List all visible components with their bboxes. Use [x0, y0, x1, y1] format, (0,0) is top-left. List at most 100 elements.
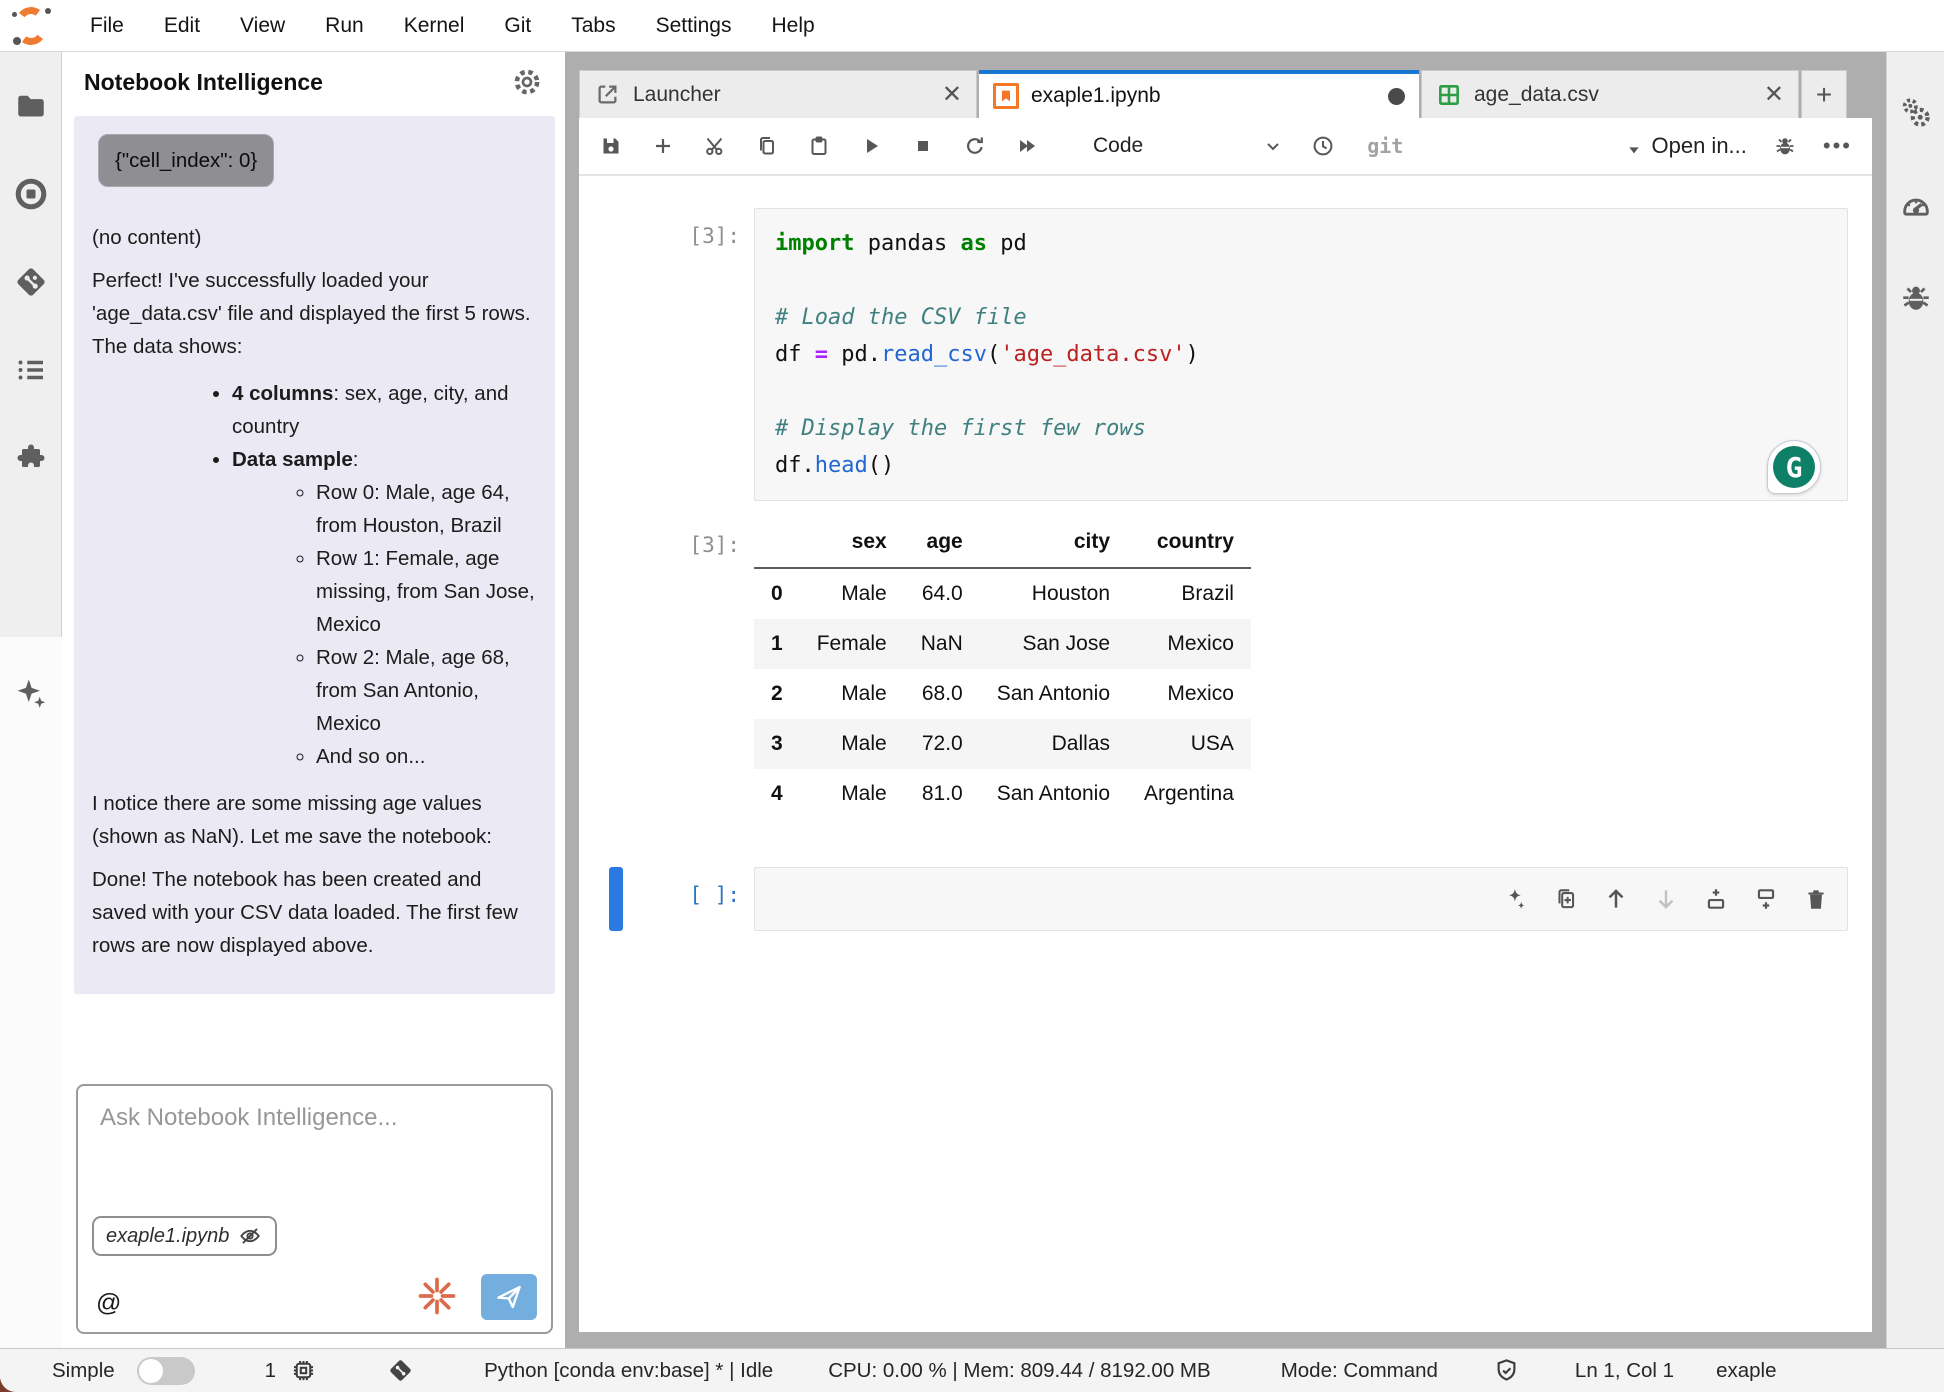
right-activity-bar	[1886, 52, 1944, 1348]
debugger-bug-icon[interactable]	[1899, 280, 1933, 314]
cursor-position[interactable]: Ln 1, Col 1	[1575, 1359, 1674, 1383]
context-file-chip[interactable]: exaple1.ipynb	[92, 1216, 277, 1256]
menu-tabs[interactable]: Tabs	[551, 14, 635, 37]
delete-cell-icon[interactable]	[1803, 886, 1829, 912]
mention-at-symbol[interactable]: @	[96, 1289, 121, 1318]
run-icon[interactable]	[859, 134, 883, 158]
code-line: df.head()	[775, 447, 1847, 484]
code-line: # Display the first few rows	[775, 410, 1847, 447]
cut-icon[interactable]	[703, 134, 727, 158]
close-icon[interactable]: ✕	[922, 80, 962, 109]
ai-sparkle-icon[interactable]	[1503, 886, 1529, 912]
unsaved-changes-dot[interactable]	[1388, 88, 1405, 105]
starburst-icon[interactable]	[415, 1274, 459, 1318]
code-line: # Load the CSV file	[775, 299, 1847, 336]
empty-cell-editor[interactable]	[754, 867, 1848, 931]
bug-icon[interactable]	[1773, 134, 1797, 158]
gear-icon[interactable]	[511, 66, 543, 98]
open-in-label: Open in...	[1652, 133, 1747, 159]
table-row: 1FemaleNaNSan JoseMexico	[754, 619, 1251, 669]
table-cell: Female	[800, 619, 904, 669]
stop-icon[interactable]	[911, 134, 935, 158]
notebook-content: [3]: import pandas as pd # Load the CSV …	[579, 176, 1872, 1332]
menu-view[interactable]: View	[220, 14, 305, 37]
table-cell: Male	[800, 719, 904, 769]
shield-check-icon[interactable]	[1493, 1357, 1520, 1384]
menu-run[interactable]: Run	[305, 14, 384, 37]
table-row: 4Male81.0San AntonioArgentina	[754, 769, 1251, 819]
chat-no-content: (no content)	[92, 221, 535, 254]
table-cell: Male	[800, 568, 904, 619]
table-header-cell: sex	[800, 517, 904, 568]
empty-cell[interactable]: [ ]:	[579, 867, 1872, 931]
chat-input-box[interactable]: Ask Notebook Intelligence... exaple1.ipy…	[76, 1084, 553, 1334]
menu-file[interactable]: File	[70, 14, 144, 37]
chat-sub-bullet: Row 0: Male, age 64, from Houston, Brazi…	[316, 476, 541, 542]
simple-mode-toggle[interactable]	[137, 1357, 195, 1385]
restart-kernel-icon[interactable]	[963, 134, 987, 158]
kernel-status[interactable]: Python [conda env:base] * | Idle	[484, 1359, 773, 1383]
menu-settings[interactable]: Settings	[636, 14, 752, 37]
insert-cell-icon[interactable]	[651, 134, 675, 158]
code-line: df = pd.read_csv('age_data.csv')	[775, 336, 1847, 373]
history-clock-icon[interactable]	[1311, 134, 1335, 158]
running-kernels-icon[interactable]	[13, 176, 49, 212]
save-icon[interactable]	[599, 134, 623, 158]
run-all-icon[interactable]	[1015, 134, 1039, 158]
notebook-intelligence-sparkles-icon[interactable]	[13, 675, 49, 711]
panel-title: Notebook Intelligence	[84, 69, 323, 96]
chat-bullet-columns: 4 columns: sex, age, city, and country	[232, 377, 541, 443]
eye-slash-icon[interactable]	[237, 1223, 263, 1249]
git-icon[interactable]	[13, 264, 49, 300]
close-icon[interactable]: ✕	[1744, 80, 1784, 109]
status-bar: Simple 1 Python [conda env:base] * | Idl…	[0, 1348, 1944, 1392]
tab-launcher[interactable]: Launcher ✕	[579, 70, 977, 118]
property-inspector-gears-icon[interactable]	[1899, 96, 1933, 130]
tab-exaple1-ipynb[interactable]: exaple1.ipynb	[979, 70, 1419, 118]
grammarly-badge-icon[interactable]: G	[1767, 440, 1821, 494]
open-in-dropdown[interactable]: Open in...	[1626, 133, 1747, 159]
cell-type-dropdown[interactable]: Code	[1093, 134, 1143, 158]
chat-sub-bullet: Row 2: Male, age 68, from San Antonio, M…	[316, 641, 541, 740]
code-cell-prompt: [3]:	[579, 208, 754, 501]
table-cell: NaN	[904, 619, 980, 669]
move-cell-up-icon[interactable]	[1603, 886, 1629, 912]
menu-edit[interactable]: Edit	[144, 14, 220, 37]
notebook-intelligence-panel: Notebook Intelligence {"cell_index": 0} …	[62, 52, 565, 1348]
duplicate-cell-icon[interactable]	[1553, 886, 1579, 912]
file-browser-icon[interactable]	[13, 88, 49, 124]
table-row: 0Male64.0HoustonBrazil	[754, 568, 1251, 619]
editor-mode[interactable]: Mode: Command	[1281, 1359, 1438, 1383]
table-cell: Mexico	[1127, 619, 1251, 669]
tab-age-data-csv[interactable]: age_data.csv ✕	[1421, 70, 1799, 118]
menu-kernel[interactable]: Kernel	[384, 14, 485, 37]
row-index-cell: 4	[754, 769, 800, 819]
chat-input-placeholder: Ask Notebook Intelligence...	[100, 1104, 398, 1132]
more-icon[interactable]: •••	[1823, 133, 1852, 159]
chevron-down-icon[interactable]	[1263, 136, 1283, 156]
table-cell: Mexico	[1127, 669, 1251, 719]
git-toolbar-label: git	[1367, 134, 1403, 158]
insert-cell-above-icon[interactable]	[1703, 886, 1729, 912]
paste-icon[interactable]	[807, 134, 831, 158]
row-index-cell: 0	[754, 568, 800, 619]
dashboard-gauge-icon[interactable]	[1899, 188, 1933, 222]
send-button[interactable]	[481, 1274, 537, 1320]
table-cell: 68.0	[904, 669, 980, 719]
move-cell-down-icon[interactable]	[1653, 886, 1679, 912]
new-tab-button[interactable]: +	[1801, 70, 1847, 118]
table-cell: 81.0	[904, 769, 980, 819]
chat-messages: {"cell_index": 0} (no content) Perfect! …	[62, 112, 565, 1074]
cpu-chip-icon[interactable]	[290, 1357, 317, 1384]
code-cell[interactable]: [3]: import pandas as pd # Load the CSV …	[579, 208, 1872, 501]
insert-cell-below-icon[interactable]	[1753, 886, 1779, 912]
git-status-icon[interactable]	[387, 1357, 414, 1384]
extensions-icon[interactable]	[13, 440, 49, 476]
copy-icon[interactable]	[755, 134, 779, 158]
table-of-contents-icon[interactable]	[13, 352, 49, 388]
chat-header: Notebook Intelligence	[62, 52, 565, 112]
menu-git[interactable]: Git	[484, 14, 551, 37]
menu-help[interactable]: Help	[752, 14, 835, 37]
kernel-count[interactable]: 1	[265, 1359, 276, 1383]
code-cell-editor[interactable]: import pandas as pd # Load the CSV filed…	[754, 208, 1848, 501]
